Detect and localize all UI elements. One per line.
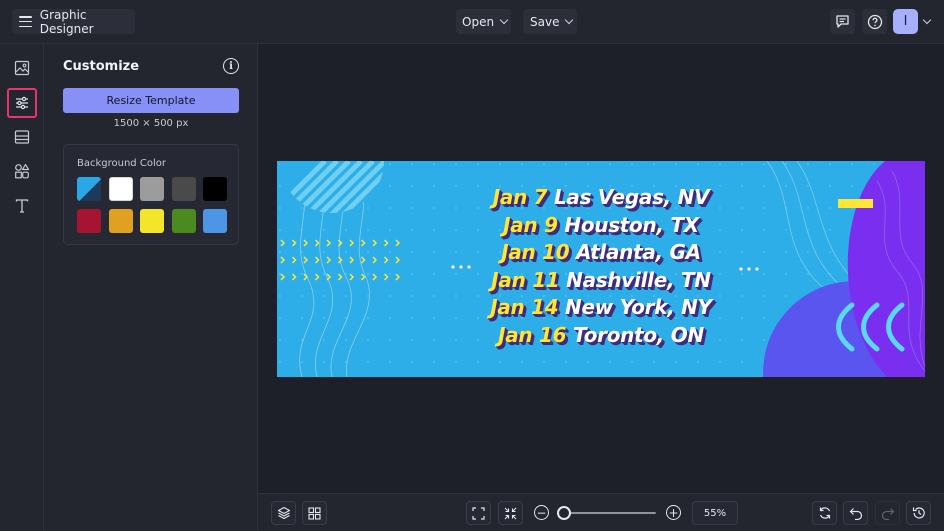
chevron-down-icon[interactable]	[922, 15, 932, 25]
tour-city: Nashville, TN	[566, 267, 711, 292]
tour-date-row[interactable]: Jan 9 Houston, TX	[277, 212, 925, 239]
rail-item-layouts[interactable]	[7, 122, 37, 152]
color-swatch[interactable]	[77, 209, 101, 233]
layers-icon	[277, 506, 290, 520]
zoom-out-icon[interactable]: −	[534, 505, 549, 520]
tour-date: Jan 7	[492, 185, 548, 209]
tour-date: Jan 16	[498, 322, 567, 347]
tour-city: Toronto, ON	[572, 322, 704, 347]
chevron-down-icon	[499, 15, 509, 25]
redo-icon	[881, 508, 894, 520]
help-icon	[867, 14, 882, 29]
resize-template-button[interactable]: Resize Template	[63, 88, 239, 113]
image-icon	[14, 60, 30, 76]
tool-rail	[0, 44, 44, 531]
tour-date-row[interactable]: Jan 16 Toronto, ON	[277, 322, 925, 349]
tour-city: Atlanta, GA	[576, 240, 701, 264]
save-label: Save	[530, 14, 560, 29]
refresh-icon	[819, 507, 830, 519]
undo-icon	[849, 508, 862, 520]
color-swatch[interactable]	[172, 177, 196, 201]
panel-title: Customize	[63, 59, 140, 74]
grid-icon	[308, 506, 321, 520]
tour-city: New York, NY	[565, 295, 712, 319]
collapse-icon	[504, 507, 517, 519]
top-bar: Graphic Designer Open Save I	[0, 0, 944, 44]
background-color-section: Background Color	[63, 144, 239, 245]
grid-view-button[interactable]	[302, 501, 327, 525]
layout-icon	[14, 130, 30, 144]
open-label: Open	[462, 14, 495, 29]
color-swatch[interactable]	[172, 209, 196, 233]
rail-item-customize[interactable]	[7, 88, 37, 118]
rail-item-graphics[interactable]	[7, 156, 37, 186]
history-button[interactable]	[906, 501, 931, 525]
zoom-slider-handle[interactable]	[556, 506, 571, 520]
customize-panel: Customize i Resize Template 1500 × 500 p…	[44, 44, 258, 531]
hamburger-icon	[19, 16, 32, 27]
color-swatch[interactable]	[140, 177, 164, 201]
tour-date-row[interactable]: Jan 14 New York, NY	[277, 294, 925, 321]
template-dimensions: 1500 × 500 px	[113, 118, 189, 129]
tour-date-row[interactable]: Jan 7 Las Vegas, NV	[277, 184, 925, 211]
sliders-icon	[16, 96, 28, 110]
tour-date: Jan 9	[503, 212, 558, 237]
history-icon	[912, 507, 925, 519]
help-button[interactable]	[862, 9, 887, 34]
info-icon[interactable]: i	[223, 58, 239, 74]
color-swatch[interactable]	[203, 209, 227, 233]
app-menu-button[interactable]: Graphic Designer	[12, 7, 135, 36]
shapes-icon	[15, 163, 30, 179]
zoom-slider-track[interactable]	[558, 512, 656, 514]
user-avatar[interactable]: I	[893, 9, 918, 34]
rail-item-text[interactable]	[7, 191, 37, 221]
tour-date: Jan 11	[491, 267, 560, 292]
save-button[interactable]: Save	[523, 9, 577, 34]
zoom-in-icon[interactable]: +	[666, 505, 681, 520]
design-canvas[interactable]: Jan 7 Las Vegas, NV Jan 9 Houston, TX Jan …	[277, 161, 925, 377]
undo-button[interactable]	[843, 501, 868, 525]
text-icon	[15, 199, 29, 213]
fit-to-screen-button[interactable]	[466, 501, 491, 525]
color-swatch[interactable]	[203, 177, 227, 201]
comment-icon	[836, 15, 849, 28]
color-swatch[interactable]	[140, 209, 164, 233]
redo-button[interactable]	[875, 501, 900, 525]
tour-date: Jan 10	[501, 240, 570, 264]
color-swatch[interactable]	[109, 209, 133, 233]
expand-icon	[472, 506, 485, 520]
tour-city: Las Vegas, NV	[553, 185, 710, 209]
refresh-button[interactable]	[812, 501, 837, 525]
tour-date-row[interactable]: Jan 10 Atlanta, GA	[277, 239, 925, 266]
bottom-toolbar: − + 55%	[258, 493, 944, 531]
zoom-percent[interactable]: 55%	[692, 501, 738, 525]
open-button[interactable]: Open	[456, 9, 511, 34]
color-swatch[interactable]	[77, 177, 101, 201]
chevron-down-icon	[565, 15, 574, 25]
shrink-button[interactable]	[498, 501, 523, 525]
app-name: Graphic Designer	[39, 7, 94, 36]
tour-city: Houston, TX	[564, 212, 699, 237]
background-color-label: Background Color	[77, 158, 166, 169]
tour-date-row[interactable]: Jan 11 Nashville, TN	[277, 267, 925, 294]
tour-date: Jan 14	[490, 295, 559, 319]
rail-item-images[interactable]	[7, 53, 37, 83]
canvas-workspace: Jan 7 Las Vegas, NV Jan 9 Houston, TX Jan …	[258, 44, 944, 493]
color-swatch[interactable]	[109, 177, 133, 201]
feedback-button[interactable]	[830, 9, 855, 34]
layers-button[interactable]	[271, 501, 296, 525]
